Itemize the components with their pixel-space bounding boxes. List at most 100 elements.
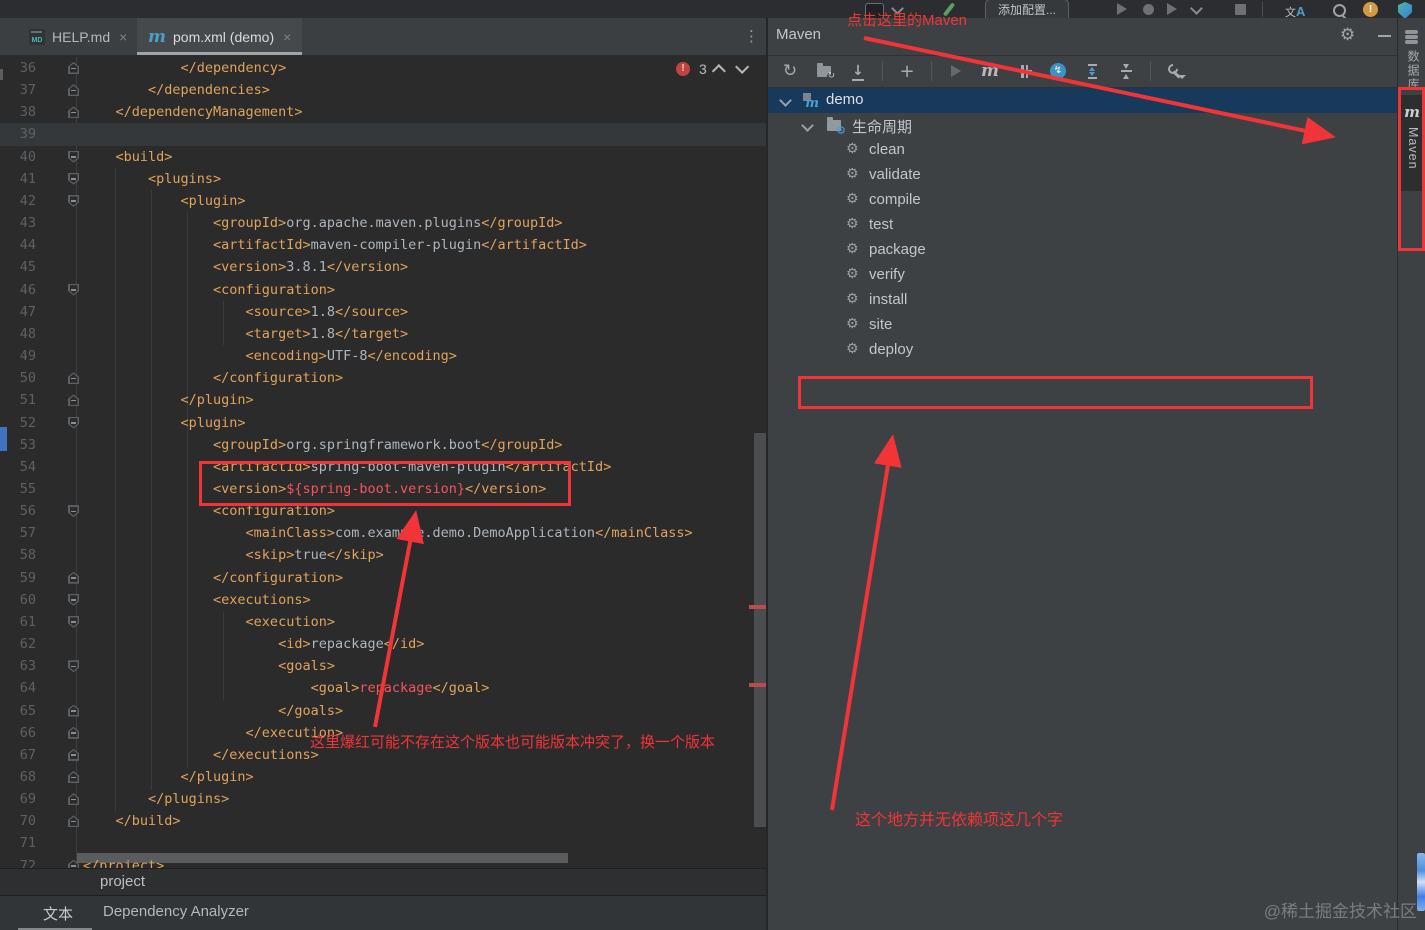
run-icon[interactable] — [1117, 3, 1127, 15]
code-line[interactable]: 69 </plugins> — [0, 788, 767, 810]
code-line[interactable]: 45 <version>3.8.1</version> — [0, 256, 767, 278]
line-number[interactable]: 70 — [0, 810, 36, 832]
line-number[interactable]: 51 — [0, 389, 36, 411]
add-maven-project-icon[interactable]: + — [897, 60, 917, 82]
tree-row-goal-site[interactable]: ⚙ site — [768, 313, 1397, 338]
line-number[interactable]: 47 — [0, 301, 36, 323]
code-line[interactable]: 42 <plugin> — [0, 190, 767, 212]
tree-row-goal-install[interactable]: ⚙ install — [768, 288, 1397, 313]
fold-marker-icon[interactable] — [68, 106, 79, 119]
execute-maven-goal-icon[interactable]: m — [980, 60, 1000, 82]
fold-marker-icon[interactable] — [68, 615, 79, 628]
line-number[interactable]: 55 — [0, 478, 36, 500]
line-number[interactable]: 50 — [0, 367, 36, 389]
database-tab-label[interactable]: 数据库 — [1405, 50, 1422, 92]
generate-sources-icon[interactable]: ↻ — [814, 60, 835, 82]
fold-marker-icon[interactable] — [68, 726, 79, 739]
fold-marker-icon[interactable] — [68, 859, 79, 868]
code-line[interactable]: 71 — [0, 832, 767, 854]
line-number[interactable]: 64 — [0, 677, 36, 699]
expand-all-icon[interactable] — [1082, 60, 1102, 82]
code-line[interactable]: 39 — [0, 123, 767, 146]
translate-icon[interactable]: 文A — [1285, 4, 1305, 18]
line-number[interactable]: 62 — [0, 633, 36, 655]
code-line[interactable]: 51 </plugin> — [0, 389, 767, 411]
code-line[interactable]: 48 <target>1.8</target> — [0, 323, 767, 345]
error-stripe-mark[interactable] — [749, 605, 766, 609]
line-number[interactable]: 63 — [0, 655, 36, 677]
line-number[interactable]: 38 — [0, 101, 36, 123]
minimize-icon[interactable] — [1378, 35, 1391, 37]
line-number[interactable]: 59 — [0, 567, 36, 589]
chevron-down-icon[interactable] — [779, 94, 792, 107]
line-number[interactable]: 68 — [0, 766, 36, 788]
line-number[interactable]: 69 — [0, 788, 36, 810]
line-number[interactable]: 48 — [0, 323, 36, 345]
fold-marker-icon[interactable] — [68, 771, 79, 783]
code-line[interactable]: 38 </dependencyManagement> — [0, 101, 767, 123]
fold-marker-icon[interactable] — [68, 593, 79, 606]
fold-marker-icon[interactable] — [68, 815, 79, 828]
close-icon[interactable]: × — [283, 29, 291, 45]
line-number[interactable]: 41 — [0, 168, 36, 190]
code-line[interactable]: 47 <source>1.8</source> — [0, 301, 767, 323]
code-line[interactable]: 61 <execution> — [0, 611, 767, 633]
shield-icon[interactable] — [1398, 2, 1412, 18]
code-line[interactable]: 43 <groupId>org.apache.maven.plugins</gr… — [0, 212, 767, 234]
code-line[interactable]: 44 <artifactId>maven-compiler-plugin</ar… — [0, 234, 767, 256]
line-number[interactable]: 67 — [0, 744, 36, 766]
collapse-all-icon[interactable] — [1116, 60, 1136, 82]
line-number[interactable]: 39 — [0, 123, 36, 145]
tab-text[interactable]: 文本 — [43, 903, 73, 924]
code-line[interactable]: 40 <build> — [0, 146, 767, 168]
line-number[interactable]: 49 — [0, 345, 36, 367]
fold-marker-icon[interactable] — [68, 62, 79, 74]
tree-row-goal-test[interactable]: ⚙ test — [768, 213, 1397, 238]
tree-row-goal-deploy[interactable]: ⚙ deploy — [768, 338, 1397, 363]
code-line[interactable]: 68 </plugin> — [0, 766, 767, 788]
fold-marker-icon[interactable] — [68, 372, 79, 385]
line-number[interactable]: 42 — [0, 190, 36, 212]
line-number[interactable]: 36 — [0, 57, 36, 79]
add-configuration-button[interactable]: 添加配置... — [985, 0, 1070, 18]
fold-marker-icon[interactable] — [68, 394, 79, 407]
fold-marker-icon[interactable] — [68, 283, 79, 296]
database-icon[interactable] — [1405, 30, 1418, 45]
line-number[interactable]: 37 — [0, 79, 36, 101]
vertical-scrollbar[interactable] — [754, 433, 766, 827]
fold-marker-icon[interactable] — [68, 84, 79, 97]
fold-marker-icon[interactable] — [68, 571, 79, 584]
code-line[interactable]: 62 <id>repackage</id> — [0, 633, 767, 655]
inspection-widget[interactable]: ! 3 — [676, 59, 749, 79]
tab-options-kebab-icon[interactable]: ⋮ — [744, 27, 759, 45]
code-line[interactable]: 53 <groupId>org.springframework.boot</gr… — [0, 434, 767, 456]
code-line[interactable]: 60 <executions> — [0, 589, 767, 611]
line-number[interactable]: 61 — [0, 611, 36, 633]
line-number[interactable]: 71 — [0, 832, 36, 854]
reload-projects-icon[interactable]: ↻ — [780, 60, 800, 82]
run-maven-goal-icon[interactable] — [946, 60, 966, 82]
code-line[interactable]: 49 <encoding>UTF-8</encoding> — [0, 345, 767, 367]
run-coverage-icon[interactable] — [1167, 3, 1177, 15]
code-line[interactable]: 50 </configuration> — [0, 367, 767, 389]
download-sources-icon[interactable]: ↓ — [848, 60, 868, 82]
skip-tests-icon[interactable]: ↯ — [1048, 60, 1068, 82]
fold-marker-icon[interactable] — [68, 416, 79, 429]
code-line[interactable]: 52 <plugin> — [0, 412, 767, 434]
line-number[interactable]: 46 — [0, 279, 36, 301]
tree-row-goal-compile[interactable]: ⚙ compile — [768, 188, 1397, 213]
maven-settings-wrench-icon[interactable] — [1165, 60, 1186, 82]
chevron-down-icon[interactable] — [801, 119, 814, 132]
run-more-chevron-icon[interactable] — [1190, 2, 1203, 15]
tab-pom-xml[interactable]: m pom.xml (demo) × — [137, 18, 303, 55]
notification-icon[interactable]: ! — [1363, 2, 1378, 17]
tree-row-project-demo[interactable]: m demo — [768, 88, 1397, 113]
tree-row-goal-package[interactable]: ⚙ package — [768, 238, 1397, 263]
debug-icon[interactable] — [1143, 4, 1154, 15]
code-line[interactable]: 72 </project> — [0, 855, 767, 868]
tree-row-goal-verify[interactable]: ⚙ verify — [768, 263, 1397, 288]
fold-marker-icon[interactable] — [68, 704, 79, 717]
line-number[interactable]: 56 — [0, 500, 36, 522]
line-number[interactable]: 54 — [0, 456, 36, 478]
code-line[interactable]: 36 </dependency> — [0, 57, 767, 79]
